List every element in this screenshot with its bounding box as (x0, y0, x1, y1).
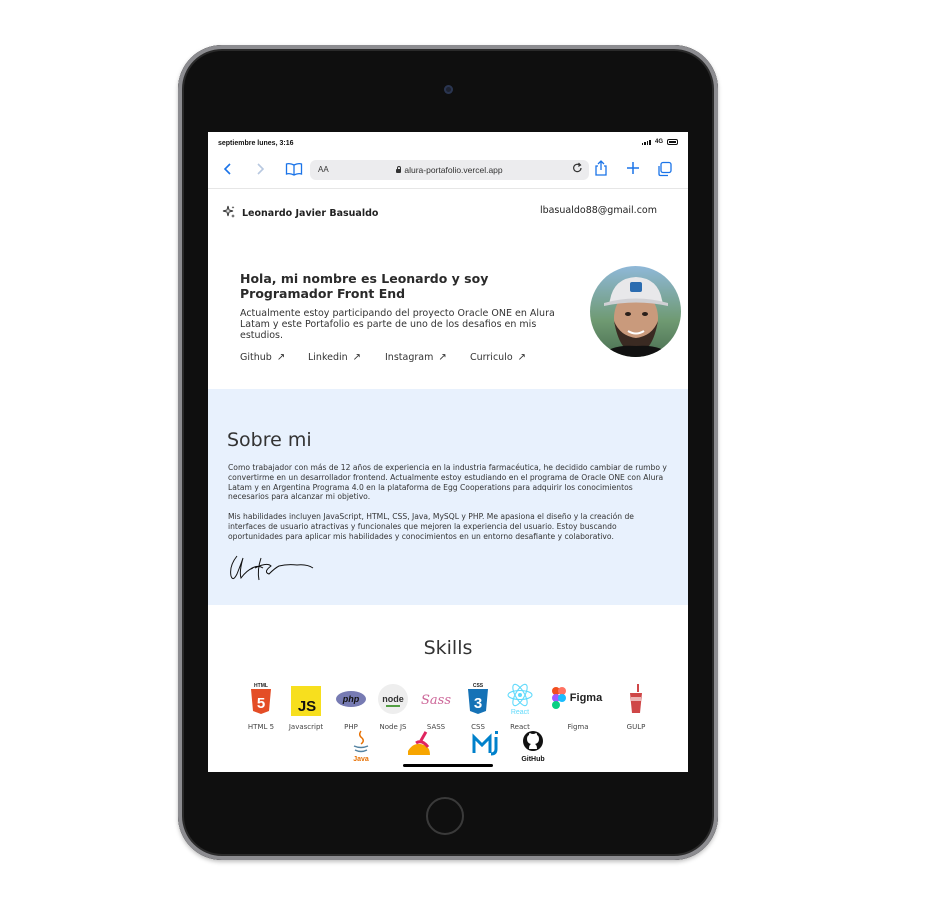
reload-icon[interactable] (572, 162, 583, 177)
curriculo-link[interactable]: Curriculo ↗ (470, 352, 526, 363)
status-indicators: 4G (641, 139, 678, 145)
tabs-icon[interactable] (657, 161, 673, 181)
svg-text:React: React (511, 709, 529, 716)
skill-gulp: GULP (627, 681, 645, 731)
github-icon: GitHub (521, 731, 545, 763)
new-tab-icon[interactable] (626, 161, 640, 179)
site-header: Leonardo Javier Basualdo lbasualdo88@gma… (208, 189, 688, 233)
svg-text:5: 5 (257, 695, 265, 712)
tablet-screen: septiembre lunes, 3:16 4G AA alura-porta… (208, 132, 688, 772)
svg-text:JS: JS (298, 698, 316, 715)
gulp-icon (630, 684, 642, 713)
html5-icon: HTML 5 (251, 683, 271, 714)
skill-label: GULP (626, 723, 646, 731)
about-paragraph-2: Mis habilidades incluyen JavaScript, HTM… (228, 512, 634, 541)
svg-text:HTML: HTML (254, 683, 268, 689)
home-button[interactable] (426, 797, 464, 835)
url-text[interactable]: alura-portafolio.vercel.app (310, 165, 589, 175)
skill-github: GitHub (518, 729, 548, 767)
signal-icon (641, 139, 651, 145)
skill-materialize (472, 729, 504, 767)
arrow-up-right-icon: ↗ (517, 352, 527, 363)
javascript-icon: JS (291, 686, 321, 716)
svg-text:php: php (342, 694, 360, 704)
svg-text:node: node (382, 694, 404, 704)
java-icon: Java (353, 730, 369, 763)
skill-css3: CSS 3 CSS (466, 681, 490, 731)
svg-text:Sass: Sass (421, 693, 451, 708)
svg-text:GitHub: GitHub (521, 756, 544, 763)
home-indicator[interactable] (403, 764, 493, 767)
address-bar[interactable]: AA alura-portafolio.vercel.app (310, 160, 589, 180)
materialize-icon (472, 731, 498, 756)
skill-sass: Sass SASS (420, 681, 452, 731)
signature-image (230, 555, 314, 581)
bootstrap-icon (408, 731, 430, 755)
profile-photo (590, 266, 681, 357)
sass-icon: Sass (421, 693, 451, 708)
react-icon: React (507, 683, 533, 716)
skills-section: Skills HTML 5 HTML 5 JS Javascript php P… (208, 605, 688, 772)
svg-text:CSS: CSS (473, 683, 484, 689)
network-label: 4G (654, 139, 663, 145)
arrow-up-right-icon: ↗ (352, 352, 362, 363)
battery-icon (667, 139, 678, 145)
php-icon: php (336, 691, 366, 707)
css3-icon: CSS 3 (468, 683, 488, 714)
skill-java: Java (350, 729, 372, 767)
site-owner-name: Leonardo Javier Basualdo (242, 208, 379, 219)
arrow-up-right-icon: ↗ (276, 352, 286, 363)
brand[interactable]: Leonardo Javier Basualdo (222, 205, 378, 222)
hero-title: Hola, mi nombre es Leonardo y soy Progra… (240, 271, 489, 301)
browser-toolbar: AA alura-portafolio.vercel.app (208, 154, 688, 189)
about-section: Sobre mi Como trabajador con más de 12 a… (208, 389, 688, 605)
header-email[interactable]: lbasualdo88@gmail.com (540, 205, 657, 216)
about-paragraph-1: Como trabajador con más de 12 años de ex… (228, 463, 667, 502)
lock-icon (396, 166, 402, 173)
nodejs-icon: node (378, 684, 408, 714)
github-link[interactable]: Github ↗ (240, 352, 308, 363)
skill-react: React React (506, 681, 534, 731)
tablet-frame: septiembre lunes, 3:16 4G AA alura-porta… (178, 45, 718, 860)
figma-icon: Figma (552, 687, 603, 709)
sparkles-icon (222, 205, 236, 222)
hero-section: Hola, mi nombre es Leonardo y soy Progra… (208, 233, 688, 389)
arrow-up-right-icon: ↗ (438, 352, 447, 363)
back-icon[interactable] (222, 162, 234, 180)
svg-text:3: 3 (474, 695, 482, 712)
svg-text:Java: Java (353, 756, 369, 763)
share-icon[interactable] (594, 160, 608, 181)
bookmarks-icon[interactable] (285, 162, 303, 180)
skill-html5: HTML 5 HTML 5 (248, 681, 274, 731)
skill-nodejs: node Node JS (377, 681, 409, 731)
about-title: Sobre mi (227, 429, 312, 451)
hero-description: Actualmente estoy participando del proye… (240, 308, 555, 341)
skill-javascript: JS Javascript (289, 681, 323, 731)
skills-title: Skills (423, 637, 473, 659)
status-time: septiembre lunes, 3:16 (218, 140, 294, 147)
skill-bootstrap (404, 729, 434, 767)
svg-text:Figma: Figma (570, 692, 603, 704)
forward-icon[interactable] (254, 162, 266, 180)
front-camera (444, 85, 453, 94)
skill-php: php PHP (336, 681, 366, 731)
instagram-link[interactable]: Instagram ↗ (385, 352, 470, 363)
social-links: Github ↗ Linkedin ↗ Instagram ↗ Curriculo ↗ (240, 352, 526, 363)
skill-figma: Figma Figma (550, 681, 606, 731)
status-bar: septiembre lunes, 3:16 4G (208, 132, 688, 154)
linkedin-link[interactable]: Linkedin ↗ (308, 352, 385, 363)
